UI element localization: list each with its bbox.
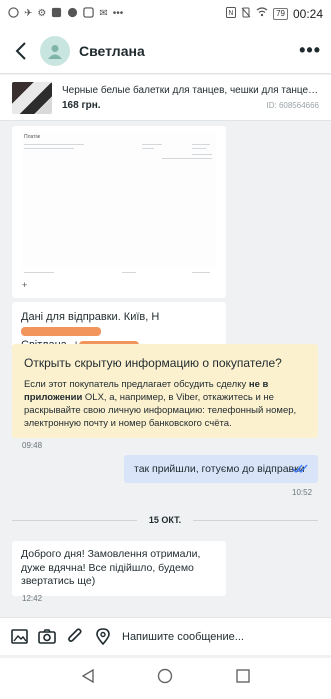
settings-icon: ⚙ bbox=[37, 8, 47, 19]
date-separator: 15 ОКТ. bbox=[12, 514, 318, 526]
incoming-message: Доброго дня! Замовлення отримали, дуже в… bbox=[12, 541, 226, 596]
nav-back-button[interactable] bbox=[81, 668, 95, 688]
document-preview[interactable]: Платіж bbox=[22, 132, 216, 273]
status-icons-right: N 79 00:24 bbox=[226, 6, 323, 22]
messenger-icon bbox=[67, 7, 78, 22]
divider bbox=[193, 519, 318, 521]
square-recents-icon bbox=[236, 669, 250, 683]
nav-recents-button[interactable] bbox=[236, 669, 250, 688]
whatsapp-icon bbox=[8, 6, 19, 22]
message-timestamp: 10:52 bbox=[292, 488, 313, 497]
more-dots-icon: ••• bbox=[112, 8, 124, 19]
ad-id: ID: 608564666 bbox=[266, 100, 320, 110]
camera-icon bbox=[38, 629, 56, 644]
date-label: 15 ОКТ. bbox=[148, 515, 182, 525]
image-icon bbox=[10, 629, 28, 644]
ad-info: Черные белые балетки для танцев, чешки д… bbox=[62, 85, 319, 111]
more-options-button[interactable]: ••• bbox=[299, 40, 321, 61]
chat-header: Светлана ••• bbox=[0, 28, 331, 74]
message-input[interactable]: Напишите сообщение... bbox=[122, 631, 321, 643]
warning-title[interactable]: Открыть скрытую информацию о покупателе? bbox=[24, 356, 306, 370]
warning-body: Если этот покупатель предлагает обсудить… bbox=[24, 378, 306, 430]
back-button[interactable] bbox=[10, 40, 32, 62]
status-icons-left: ✈ ⚙ ✉ ••• bbox=[8, 6, 226, 22]
redaction-mark bbox=[21, 326, 101, 336]
camera-button[interactable] bbox=[38, 628, 56, 646]
read-ticks-icon bbox=[292, 464, 308, 473]
message-timestamp: 12:42 bbox=[22, 594, 43, 603]
airplane-icon: ✈ bbox=[24, 8, 33, 19]
nfc-icon: N bbox=[226, 6, 237, 22]
paperclip-icon bbox=[68, 628, 82, 642]
user-icon bbox=[48, 44, 62, 59]
back-arrow-icon bbox=[15, 41, 26, 60]
location-button[interactable] bbox=[94, 628, 112, 646]
location-pin-icon bbox=[96, 628, 110, 645]
document-caption: Платіж bbox=[24, 134, 40, 140]
ad-title[interactable]: Черные белые балетки для танцев, чешки д… bbox=[62, 85, 319, 96]
svg-text:N: N bbox=[228, 9, 233, 17]
attach-button[interactable] bbox=[66, 628, 84, 646]
system-nav-bar bbox=[0, 658, 331, 699]
plus-icon: + bbox=[22, 280, 28, 290]
status-bar: ✈ ⚙ ✉ ••• N 79 00:24 bbox=[0, 0, 331, 28]
avatar[interactable] bbox=[40, 35, 70, 66]
battery-indicator: 79 bbox=[273, 8, 288, 20]
wifi-icon bbox=[256, 7, 268, 21]
triangle-back-icon bbox=[81, 668, 94, 684]
warning-text-pre: Если этот покупатель предлагает обсудить… bbox=[24, 379, 249, 390]
outgoing-message: так прийшли, готуємо до відправки bbox=[124, 455, 318, 483]
ad-summary[interactable]: Черные белые балетки для танцев, чешки д… bbox=[0, 75, 331, 121]
incoming-text: Доброго дня! Замовлення отримали, дуже в… bbox=[21, 548, 201, 587]
nav-home-button[interactable] bbox=[157, 668, 173, 689]
more-dots-icon: ••• bbox=[299, 40, 321, 60]
vpn-icon bbox=[83, 6, 95, 22]
ad-meta-row: 168 грн. ID: 608564666 bbox=[62, 100, 319, 111]
hidden-info-warning[interactable]: Открыть скрытую информацию о покупателе?… bbox=[12, 344, 318, 438]
divider bbox=[12, 519, 137, 521]
attachment-message[interactable]: Платіж + bbox=[12, 126, 226, 298]
image-icon bbox=[51, 7, 62, 22]
ad-price: 168 грн. bbox=[62, 99, 101, 111]
ad-thumbnail[interactable] bbox=[12, 81, 52, 114]
mail-icon: ✉ bbox=[99, 8, 108, 19]
circle-home-icon bbox=[158, 668, 173, 684]
address-text-line-1: Дані для відправки. Київ, Н bbox=[21, 311, 160, 323]
silent-icon bbox=[241, 7, 251, 22]
message-composer: Напишите сообщение... bbox=[0, 617, 331, 655]
gallery-button[interactable] bbox=[10, 628, 28, 646]
outgoing-text: так прийшли, готуємо до відправки bbox=[134, 463, 305, 475]
message-timestamp: 09:48 bbox=[22, 441, 43, 450]
clock: 00:24 bbox=[292, 7, 323, 21]
contact-name[interactable]: Светлана bbox=[79, 43, 299, 59]
